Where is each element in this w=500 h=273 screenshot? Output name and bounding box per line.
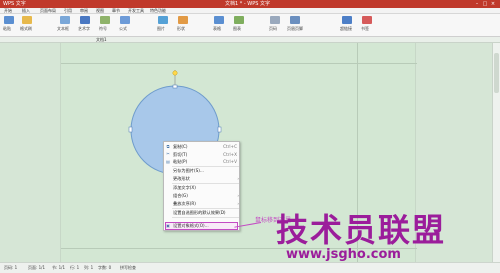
menu-item-save-as-picture[interactable]: 另存为图片(S)... — [164, 167, 241, 175]
highlight-box — [165, 222, 238, 230]
menu-item-group[interactable]: 组合(G) › — [164, 192, 241, 200]
bookmark-icon[interactable] — [362, 16, 372, 24]
watermark-title: 技术员联盟 — [276, 211, 447, 249]
ribbon-label: 艺术字 — [78, 26, 90, 31]
ribbon-label: 页眉页脚 — [287, 26, 303, 31]
table-icon[interactable] — [214, 16, 224, 24]
ribbon-label: 格式刷 — [20, 26, 32, 31]
maximize-icon[interactable]: □ — [482, 1, 488, 7]
menu-item-label: 叠放次序(R) — [173, 200, 196, 206]
wordart-icon[interactable] — [80, 16, 90, 24]
ribbon-label: 图表 — [233, 26, 241, 31]
menu-item-shortcut: Ctrl+C — [223, 144, 237, 149]
menu-item-shortcut: Ctrl+V — [223, 159, 237, 164]
status-word-count: 字数: 0 — [98, 265, 112, 270]
status-bar: 页码: 1 页面: 1/1 节: 1/1 行: 1 列: 1 字数: 0 拼写检… — [0, 262, 500, 273]
resize-handle-icon — [128, 126, 133, 133]
formula-icon[interactable] — [120, 16, 130, 24]
ribbon-label: 图片 — [157, 26, 165, 31]
symbol-icon[interactable] — [100, 16, 110, 24]
status-pages: 页面: 1/1 — [28, 265, 46, 270]
cut-icon: ✂ — [166, 151, 170, 156]
format-painter-icon[interactable] — [22, 16, 32, 24]
resize-handle-icon — [172, 84, 178, 89]
chevron-right-icon: › — [237, 175, 239, 181]
menu-item-add-text[interactable]: 添加文字(X) — [164, 184, 241, 192]
menu-item-label: 更改形状 — [173, 175, 190, 181]
minimize-icon[interactable]: – — [474, 1, 480, 7]
context-menu: ⧉ 复制(C) Ctrl+C ✂ 剪切(T) Ctrl+X ▤ 粘贴(P) Ct… — [163, 141, 240, 231]
chevron-right-icon: › — [237, 200, 239, 206]
chart-icon[interactable] — [234, 16, 244, 24]
menu-item-label: 粘贴(P) — [173, 159, 188, 164]
header-footer-icon[interactable] — [290, 16, 300, 24]
ribbon-label: 书签 — [361, 26, 369, 31]
ribbon-label: 形状 — [177, 26, 185, 31]
ribbon-label: 公式 — [119, 26, 127, 31]
scroll-thumb[interactable] — [494, 53, 499, 93]
ribbon-label: 超链接 — [340, 26, 352, 31]
document-title: 文档1 * - WPS 文字 — [225, 1, 270, 7]
hyperlink-icon[interactable] — [342, 16, 352, 24]
menu-item-label: 剪切(T) — [173, 151, 188, 157]
menu-item-order[interactable]: 叠放次序(R) › — [164, 200, 241, 208]
picture-icon[interactable] — [158, 16, 168, 24]
margin-guide — [61, 63, 417, 64]
menu-item-copy[interactable]: ⧉ 复制(C) Ctrl+C — [164, 143, 241, 151]
status-column: 列: 1 — [84, 265, 94, 270]
ribbon-label: 表格 — [213, 26, 221, 31]
ribbon-label: 符号 — [99, 26, 107, 31]
menu-separator — [172, 216, 239, 218]
ribbon-label: 文本框 — [57, 26, 69, 31]
paste-icon[interactable] — [4, 16, 14, 24]
watermark-url: www.jsgho.com — [286, 247, 401, 262]
menu-item-change-shape[interactable]: 更改形状 › — [164, 175, 241, 183]
chevron-right-icon: › — [237, 192, 239, 198]
menu-item-label: 组合(G) — [173, 192, 188, 198]
ribbon-toolbar: 粘贴 格式刷 文本框 艺术字 符号 公式 图片 形状 表格 图表 页码 页眉页脚… — [0, 14, 500, 37]
status-spellcheck[interactable]: 拼写检查 — [120, 265, 136, 271]
menu-item-label: 另存为图片(S)... — [173, 168, 204, 173]
menu-item-paste[interactable]: ▤ 粘贴(P) Ctrl+V — [164, 158, 241, 166]
menu-item-set-default-effect[interactable]: 设置自选图形的默认效果(D) — [164, 209, 241, 217]
resize-handle-icon — [217, 126, 222, 133]
app-brand[interactable]: WPS 文字 — [3, 0, 26, 8]
close-icon[interactable]: × — [490, 1, 496, 7]
menu-item-label: 复制(C) — [173, 144, 188, 149]
paste-icon: ▤ — [166, 158, 170, 164]
textbox-icon[interactable] — [60, 16, 70, 24]
menu-item-shortcut: Ctrl+X — [223, 151, 237, 157]
page-number-icon[interactable] — [270, 16, 280, 24]
status-page: 页码: 1 — [4, 265, 18, 270]
shape-icon[interactable] — [178, 16, 188, 24]
status-section: 节: 1/1 — [52, 265, 66, 270]
menu-item-cut[interactable]: ✂ 剪切(T) Ctrl+X — [164, 151, 241, 159]
menu-item-label: 设置自选图形的默认效果(D) — [173, 209, 226, 215]
title-bar: WPS 文字 文档1 * - WPS 文字 – □ × — [0, 0, 500, 8]
status-row: 行: 1 — [70, 265, 80, 270]
rotate-handle-icon — [172, 70, 178, 76]
copy-icon: ⧉ — [166, 143, 170, 149]
ribbon-label: 页码 — [269, 26, 277, 31]
ribbon-label: 粘贴 — [3, 26, 11, 31]
vertical-scrollbar[interactable] — [492, 43, 500, 262]
menu-item-label: 添加文字(X) — [173, 184, 196, 190]
